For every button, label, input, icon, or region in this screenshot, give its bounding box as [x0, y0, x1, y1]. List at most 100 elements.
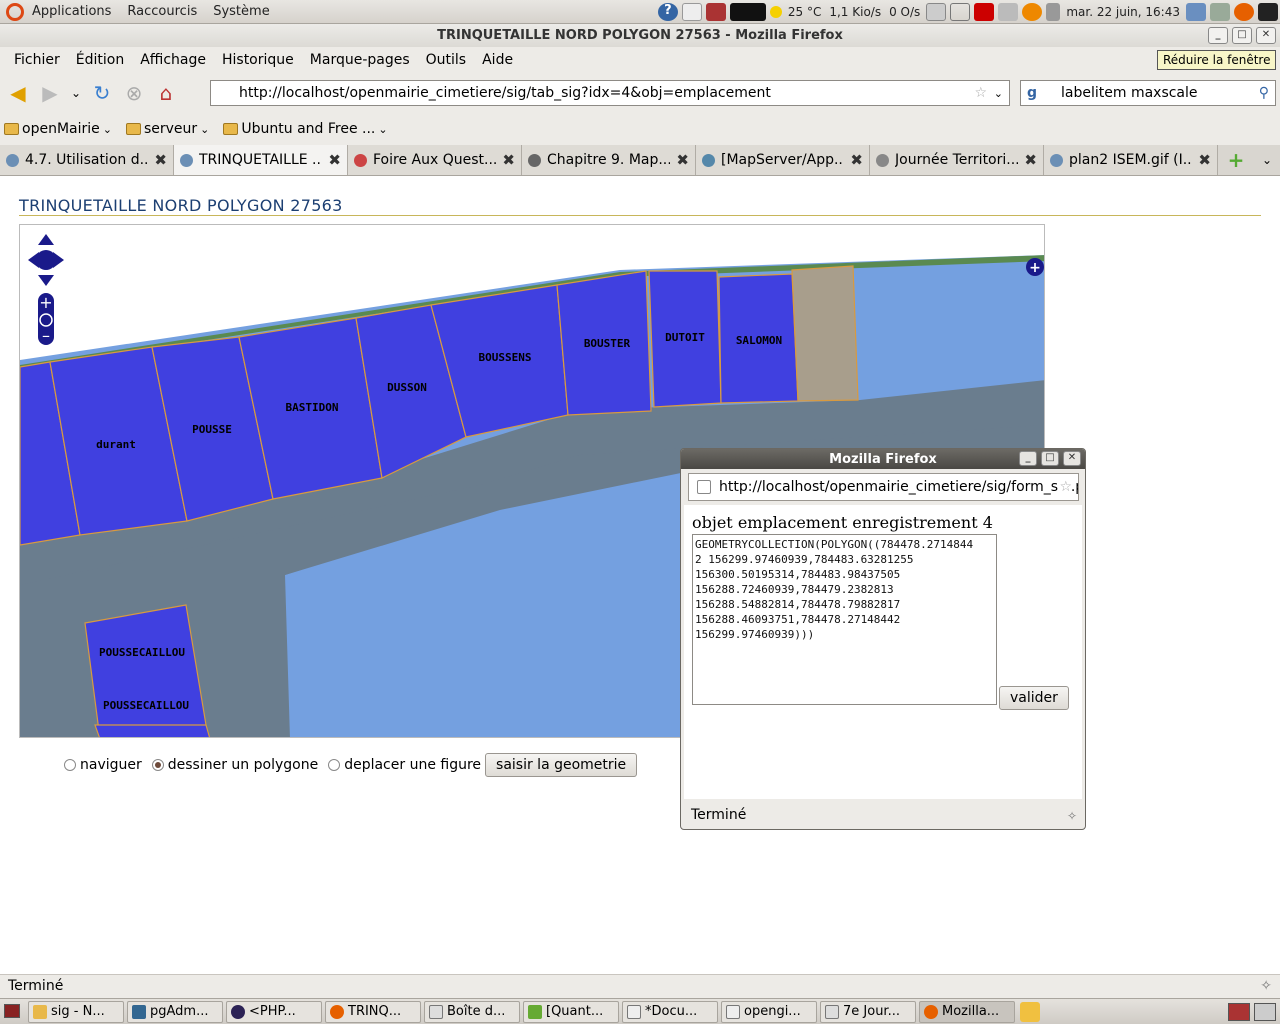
workspace-switcher-icon[interactable] [1228, 1002, 1250, 1021]
task-sig[interactable]: sig - N... [28, 1000, 124, 1023]
new-tab-plus-icon[interactable]: + [1218, 145, 1254, 175]
back-arrow-icon[interactable]: ◀ [4, 79, 32, 107]
home-icon[interactable]: ⌂ [152, 79, 180, 107]
map-label-bouster: BOUSTER [584, 337, 631, 350]
menu-outils[interactable]: Outils [418, 52, 474, 68]
mail-icon[interactable] [950, 2, 971, 21]
close-tab-icon[interactable]: ✖ [676, 151, 689, 169]
task-boite[interactable]: Boîte d... [424, 1000, 520, 1023]
url-text[interactable]: http://localhost/openmairie_cimetiere/si… [239, 85, 771, 101]
bookmark-folder-ubuntu[interactable]: Ubuntu and Free ... ⌄ [223, 121, 388, 137]
search-input[interactable]: labelitem maxscale [1061, 85, 1198, 101]
popup-titlebar[interactable]: Mozilla Firefox _ □ ✕ [681, 449, 1085, 469]
search-magnifier-icon[interactable]: ⚲ [1259, 85, 1269, 101]
popup-url-bar[interactable]: http://localhost/openmairie_cimetiere/si… [688, 473, 1079, 501]
task-7ejour[interactable]: 7e Jour... [820, 1000, 916, 1023]
task-php[interactable]: <PHP... [226, 1000, 322, 1023]
tab-faq[interactable]: Foire Aux Quest... ✖ [348, 145, 522, 175]
window-titlebar[interactable]: TRINQUETAILLE NORD POLYGON 27563 - Mozil… [0, 24, 1280, 47]
history-dropdown-icon[interactable]: ⌄ [68, 79, 84, 107]
radio-dessiner[interactable] [151, 759, 164, 771]
menu-raccourcis[interactable]: Raccourcis [119, 4, 205, 19]
popup-close-button[interactable]: ✕ [1063, 451, 1081, 466]
bookmark-folder-serveur[interactable]: serveur ⌄ [125, 121, 210, 137]
show-desktop-icon[interactable] [4, 1004, 20, 1018]
close-tab-icon[interactable]: ✖ [502, 151, 515, 169]
panel-clock[interactable]: mar. 22 juin, 16:43 [1066, 5, 1180, 19]
popup-window[interactable]: Mozilla Firefox _ □ ✕ http://localhost/o… [680, 448, 1086, 830]
printer-icon[interactable] [998, 2, 1019, 21]
stop-icon[interactable]: ⊗ [120, 79, 148, 107]
task-label: TRINQ... [348, 1004, 402, 1019]
popup-resize-grip-icon[interactable]: ✧ [1067, 809, 1077, 823]
zoom-in-icon: + [39, 293, 52, 312]
ubuntu-logo-icon[interactable] [6, 2, 24, 21]
task-mozilla[interactable]: Mozilla... [919, 1000, 1015, 1023]
geometry-textarea[interactable]: GEOMETRYCOLLECTION(POLYGON((784478.27148… [692, 534, 997, 705]
workspace-switcher-2-icon[interactable] [1254, 1002, 1276, 1021]
task-docu[interactable]: *Docu... [622, 1000, 718, 1023]
close-tab-icon[interactable]: ✖ [1198, 151, 1211, 169]
maximize-window-button[interactable]: □ [1232, 27, 1252, 44]
url-bar[interactable]: http://localhost/openmairie_cimetiere/si… [210, 80, 1010, 106]
popup-url-text[interactable]: http://localhost/openmairie_cimetiere/si… [719, 479, 1078, 495]
system-monitor-icon[interactable] [729, 2, 766, 21]
update-icon[interactable] [1186, 2, 1206, 21]
menu-aide[interactable]: Aide [474, 52, 521, 68]
minimize-window-button[interactable]: _ [1208, 27, 1228, 44]
radio-naviguer[interactable] [64, 759, 76, 771]
tab-list-chevron-icon[interactable]: ⌄ [1254, 145, 1280, 175]
menu-applications[interactable]: Applications [24, 4, 119, 19]
url-dropdown-icon[interactable]: ⌄ [994, 87, 1003, 100]
app-icon[interactable] [705, 2, 726, 21]
notes-icon[interactable] [681, 2, 702, 21]
help-icon[interactable]: ? [657, 2, 678, 21]
menu-edition[interactable]: Édition [68, 52, 132, 68]
chevron-down-icon: ⌄ [200, 122, 210, 136]
close-tab-icon[interactable]: ✖ [328, 151, 341, 169]
firefox-launcher-icon[interactable] [1234, 2, 1254, 21]
clock-app-icon[interactable] [1022, 2, 1043, 21]
tab-journee[interactable]: Journée Territori... ✖ [870, 145, 1044, 175]
popup-maximize-button[interactable]: □ [1041, 451, 1059, 466]
task-pgadmin[interactable]: pgAdm... [127, 1000, 223, 1023]
menu-fichier[interactable]: Fichier [6, 52, 68, 68]
radio-deplacer[interactable] [328, 759, 341, 771]
menu-historique[interactable]: Historique [214, 52, 302, 68]
tab-plan2[interactable]: plan2 ISEM.gif (I... ✖ [1044, 145, 1218, 175]
task-opengi[interactable]: opengi... [721, 1000, 817, 1023]
popup-star-icon[interactable]: ☆ [1059, 479, 1072, 495]
close-tab-icon[interactable]: ✖ [154, 151, 167, 169]
tab-utilisation[interactable]: 4.7. Utilisation d... ✖ [0, 145, 174, 175]
workspace-icon[interactable] [926, 2, 947, 21]
menu-marque-pages[interactable]: Marque-pages [302, 52, 418, 68]
reload-icon[interactable]: ↻ [88, 79, 116, 107]
bookmark-folder-openmairie[interactable]: openMairie ⌄ [4, 121, 112, 137]
valider-button[interactable]: valider [999, 686, 1069, 710]
power-icon[interactable] [974, 2, 995, 21]
bookmark-star-icon[interactable]: ☆ [974, 85, 987, 101]
search-bar[interactable]: g labelitem maxscale ⚲ [1020, 80, 1276, 106]
close-window-button[interactable]: ✕ [1256, 27, 1276, 44]
forward-arrow-icon[interactable]: ▶ [36, 79, 64, 107]
google-icon[interactable]: g [1027, 85, 1037, 101]
close-tab-icon[interactable]: ✖ [850, 151, 863, 169]
close-tab-icon[interactable]: ✖ [1024, 151, 1037, 169]
trash-icon[interactable] [1020, 1001, 1040, 1022]
menu-affichage[interactable]: Affichage [132, 52, 214, 68]
terminal-launcher-icon[interactable] [1258, 2, 1278, 21]
volume-icon[interactable] [1046, 2, 1061, 21]
user-icon[interactable] [1210, 2, 1230, 21]
popup-body: objet emplacement enregistrement 4 GEOME… [684, 505, 1082, 799]
task-trinq[interactable]: TRINQ... [325, 1000, 421, 1023]
tab-mapserver[interactable]: [MapServer/App... ✖ [696, 145, 870, 175]
popup-minimize-button[interactable]: _ [1019, 451, 1037, 466]
tab-favicon-icon [702, 153, 715, 167]
tab-chapitre[interactable]: Chapitre 9. Map... ✖ [522, 145, 696, 175]
bookmarks-toolbar: openMairie ⌄ serveur ⌄ Ubuntu and Free ...… [0, 113, 1280, 145]
task-quant[interactable]: [Quant... [523, 1000, 619, 1023]
saisir-geometrie-button[interactable]: saisir la geometrie [485, 753, 638, 777]
tab-trinquetaille[interactable]: TRINQUETAILLE ... ✖ [174, 145, 348, 175]
menu-systeme[interactable]: Système [205, 4, 277, 19]
map-label-boussens: BOUSSENS [479, 351, 532, 364]
